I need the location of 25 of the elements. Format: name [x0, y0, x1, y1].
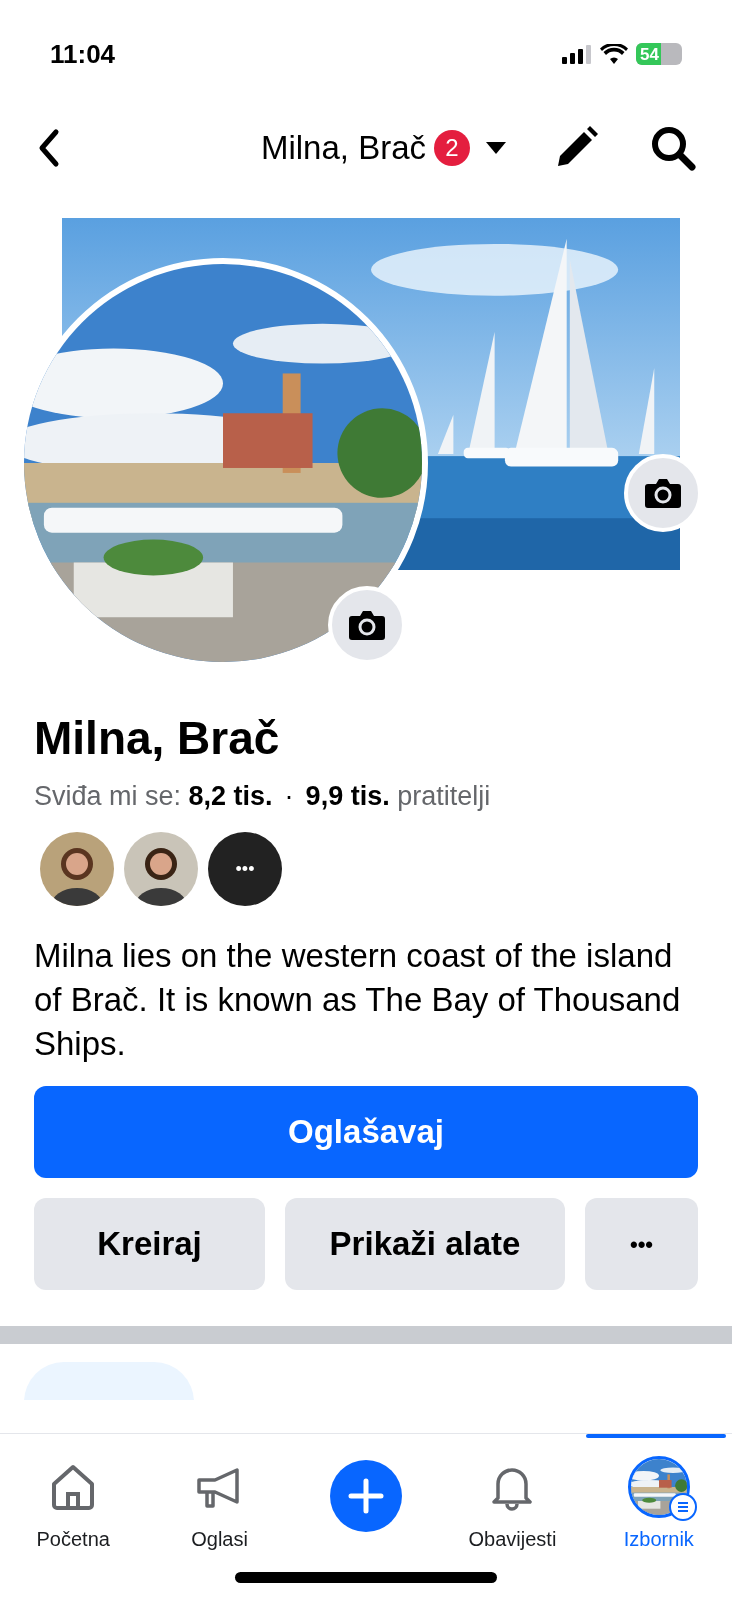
notification-badge: 2 — [434, 129, 470, 166]
nav-tab[interactable]: Izbornik — [623, 1434, 694, 1554]
page-title[interactable]: Milna, Brač — [260, 122, 426, 173]
search-icon[interactable] — [650, 124, 696, 171]
menu-icon — [667, 1492, 698, 1522]
signal-icon — [562, 44, 592, 64]
camera-icon — [348, 609, 386, 641]
battery-indicator: 54 — [636, 43, 682, 65]
dropdown-caret-icon[interactable] — [486, 141, 506, 154]
nav-tab[interactable]: Obavijesti — [468, 1434, 557, 1554]
action-button[interactable]: Prikaži alate — [285, 1198, 565, 1290]
likes-count: Sviđa mi se: 8,2 tis. — [34, 779, 273, 813]
more-friends-button[interactable]: ••• — [208, 832, 282, 906]
wifi-icon — [600, 44, 628, 64]
more-button[interactable]: ••• — [585, 1198, 698, 1290]
separator-dot: · — [284, 779, 294, 813]
action-button[interactable]: Kreiraj — [34, 1198, 265, 1290]
nav-tab[interactable]: Oglasi — [191, 1434, 248, 1554]
followers-count: 9,9 tis. pratitelji — [305, 779, 491, 813]
page-description: Milna lies on the western coast of the island of Brač. It is known as The Bay of Thousand Ships. — [34, 936, 682, 1064]
page-name: Milna, Brač — [34, 711, 281, 766]
advertise-button[interactable]: Oglašavaj — [34, 1086, 698, 1178]
status-time: 11:04 — [50, 37, 116, 71]
nav-tab[interactable]: Početna — [36, 1434, 110, 1554]
plus-icon — [348, 1478, 384, 1514]
